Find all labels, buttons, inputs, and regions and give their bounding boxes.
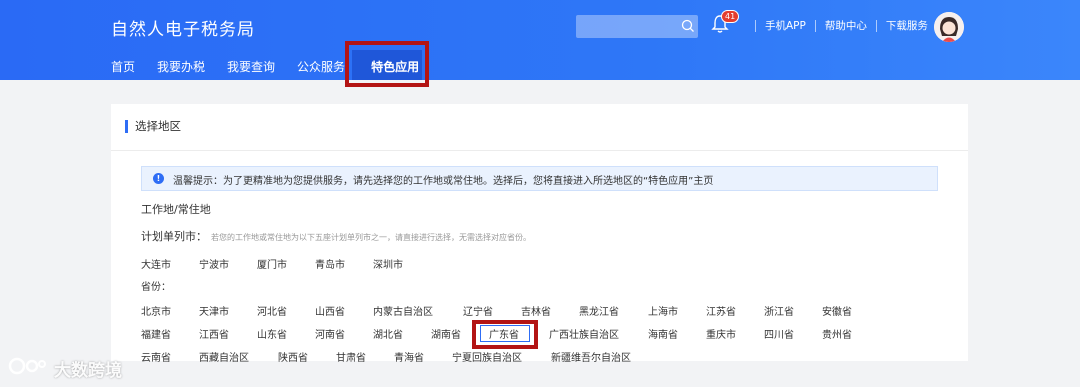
download-link[interactable]: 下载服务 — [886, 18, 928, 33]
province-sichuan[interactable]: 四川省 — [764, 326, 794, 341]
info-tip: ! 温馨提示：为了更精准地为您提供服务，请先选择您的工作地或常住地。选择后，您将… — [141, 166, 938, 191]
province-zhejiang[interactable]: 浙江省 — [764, 303, 794, 318]
province-guangdong[interactable]: 广东省 — [489, 326, 519, 341]
watermark-logo-icon — [8, 354, 48, 383]
city-xiamen[interactable]: 厦门市 — [257, 256, 287, 271]
city-ningbo[interactable]: 宁波市 — [199, 256, 229, 271]
province-yunnan[interactable]: 云南省 — [141, 349, 171, 364]
divider — [814, 19, 816, 32]
province-henan[interactable]: 河南省 — [315, 326, 345, 341]
search-input[interactable] — [576, 15, 684, 40]
mobile-app-link[interactable]: 手机APP — [765, 18, 806, 33]
province-tibet[interactable]: 西藏自治区 — [199, 349, 249, 364]
province-beijing[interactable]: 北京市 — [141, 303, 171, 318]
province-label: 省份： — [141, 282, 171, 293]
plan-note: 若您的工作地或常住地为以下五座计划单列市之一，请直接进行选择，无需选择对应省份。 — [211, 233, 531, 242]
tip-text: 温馨提示：为了更精准地为您提供服务，请先选择您的工作地或常住地。选择后，您将直接… — [173, 176, 714, 187]
province-guizhou[interactable]: 贵州省 — [822, 326, 852, 341]
watermark: 大数跨境 — [8, 354, 122, 383]
province-liaoning[interactable]: 辽宁省 — [463, 303, 493, 318]
nav-special-apps[interactable]: 特色应用 — [371, 57, 419, 77]
province-jilin[interactable]: 吉林省 — [521, 303, 551, 318]
city-shenzhen[interactable]: 深圳市 — [373, 256, 403, 271]
main-nav: 首页 我要办税 我要查询 公众服务 特色应用 — [111, 57, 441, 77]
city-qingdao[interactable]: 青岛市 — [315, 256, 345, 271]
province-hebei[interactable]: 河北省 — [257, 303, 287, 318]
panel-header: 选择地区 — [111, 104, 968, 151]
top-header: 自然人电子税务局 首页 我要办税 我要查询 公众服务 特色应用 41 手机APP… — [0, 0, 1080, 87]
province-chongqing[interactable]: 重庆市 — [706, 326, 736, 341]
title-accent-bar — [125, 120, 128, 133]
province-hainan[interactable]: 海南省 — [648, 326, 678, 341]
notification-badge: 41 — [721, 10, 740, 23]
plan-cities-label: 计划单列市： 若您的工作地或常住地为以下五座计划单列市之一，请直接进行选择，无需选… — [141, 228, 531, 244]
province-jiangsu[interactable]: 江苏省 — [706, 303, 736, 318]
province-jiangxi[interactable]: 江西省 — [199, 326, 229, 341]
help-center-link[interactable]: 帮助中心 — [825, 18, 867, 33]
province-xinjiang[interactable]: 新疆维吾尔自治区 — [551, 349, 631, 364]
province-hubei[interactable]: 湖北省 — [373, 326, 403, 341]
province-qinghai[interactable]: 青海省 — [394, 349, 424, 364]
province-fujian[interactable]: 福建省 — [141, 326, 171, 341]
work-label: 工作地/常住地 — [141, 203, 211, 216]
site-brand[interactable]: 自然人电子税务局 — [111, 15, 255, 40]
province-heilongjiang[interactable]: 黑龙江省 — [579, 303, 619, 318]
panel-title: 选择地区 — [135, 119, 181, 133]
nav-query[interactable]: 我要查询 — [227, 57, 275, 77]
province-shanghai[interactable]: 上海市 — [648, 303, 678, 318]
plan-label-text: 计划单列市： — [141, 230, 207, 243]
city-dalian[interactable]: 大连市 — [141, 256, 171, 271]
top-links: 手机APP 帮助中心 下载服务 — [746, 18, 928, 33]
watermark-text: 大数跨境 — [54, 361, 122, 381]
nav-home[interactable]: 首页 — [111, 57, 135, 77]
nav-tax-handling[interactable]: 我要办税 — [157, 57, 205, 77]
province-hunan[interactable]: 湖南省 — [431, 326, 461, 341]
nav-public-service[interactable]: 公众服务 — [297, 57, 345, 77]
info-icon: ! — [153, 173, 164, 184]
province-shandong[interactable]: 山东省 — [257, 326, 287, 341]
province-tianjin[interactable]: 天津市 — [199, 303, 229, 318]
search-box[interactable] — [576, 15, 698, 40]
region-panel: 选择地区 ! 温馨提示：为了更精准地为您提供服务，请先选择您的工作地或常住地。选… — [111, 104, 968, 361]
avatar[interactable] — [934, 12, 964, 42]
province-gansu[interactable]: 甘肃省 — [336, 349, 366, 364]
province-shanxi[interactable]: 山西省 — [315, 303, 345, 318]
divider — [875, 19, 877, 32]
province-anhui[interactable]: 安徽省 — [822, 303, 852, 318]
province-shaanxi[interactable]: 陕西省 — [278, 349, 308, 364]
divider — [755, 19, 756, 32]
province-guangxi[interactable]: 广西壮族自治区 — [549, 326, 619, 341]
province-ningxia[interactable]: 宁夏回族自治区 — [452, 349, 522, 364]
province-inner-mongolia[interactable]: 内蒙古自治区 — [373, 303, 433, 318]
search-icon[interactable] — [681, 18, 695, 37]
